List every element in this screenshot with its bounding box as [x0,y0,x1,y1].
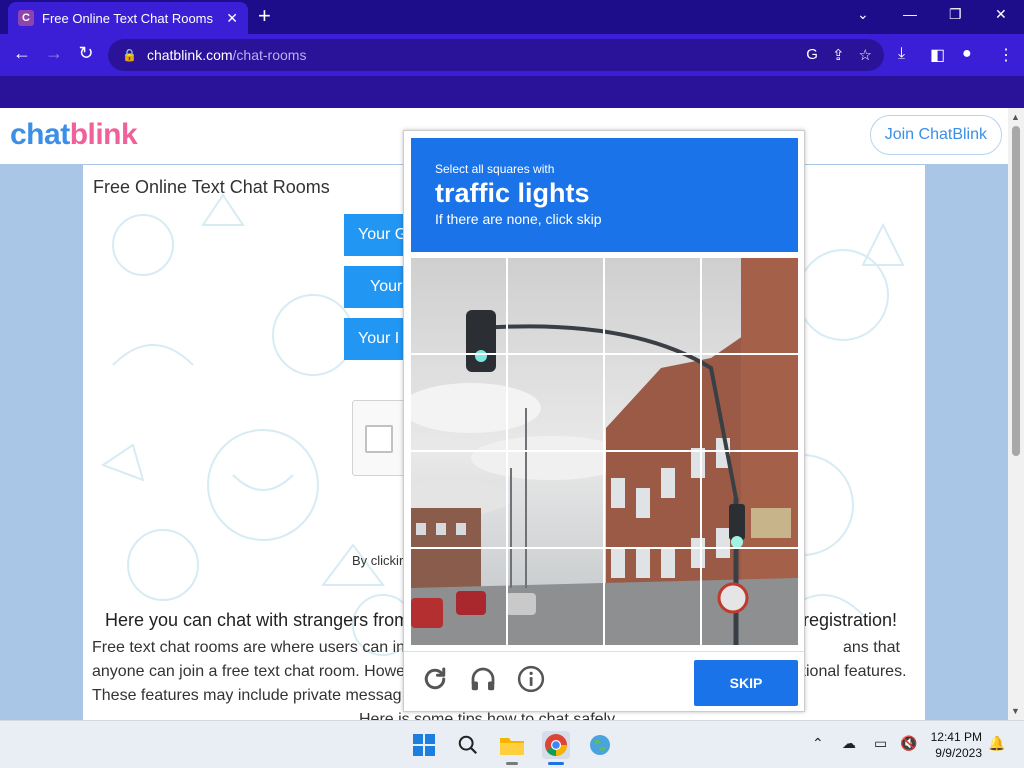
page-scrollbar[interactable]: ▲ ▼ [1008,108,1024,720]
grid-tile[interactable] [508,355,604,451]
intro-heading-end: registration! [802,610,897,630]
grid-tile[interactable] [702,355,798,451]
paragraph-line-end: ans that [843,639,900,656]
restore-icon[interactable]: ❐ [949,6,962,23]
challenge-target: traffic lights [435,178,590,208]
minimize-icon[interactable]: — [903,6,917,22]
forward-icon[interactable]: → [42,43,66,64]
scroll-down-icon[interactable]: ▼ [1011,706,1020,716]
grid-tile[interactable] [605,452,701,548]
reload-page-icon[interactable]: ↻ [74,43,98,64]
grid-tile[interactable] [411,452,507,548]
app-active-indicator [548,762,564,765]
bookmark-bar [0,76,1024,108]
paragraph-line: These features may include private messa… [92,687,402,704]
grid-tile[interactable] [411,549,507,645]
taskbar: ⌃ ☁ ▭ 🔇 12:41 PM 9/9/2023 🔔 [0,720,1024,768]
show-hidden-icons-chevron-icon[interactable]: ⌃ [812,735,824,752]
browser-toolbar: ← → ↻ 🔒 chatblink.com/chat-rooms G ⇪ ☆ ⤓… [0,34,1024,76]
site-favicon-icon: C [18,10,34,26]
side-panel-icon[interactable]: ◧ [930,45,945,65]
system-clock[interactable]: 12:41 PM 9/9/2023 [928,729,982,761]
grid-tile[interactable] [411,355,507,451]
info-icon[interactable] [516,664,546,694]
grid-tile[interactable] [702,452,798,548]
clock-time: 12:41 PM [930,730,982,744]
join-chatblink-button[interactable]: Join ChatBlink [869,115,1002,155]
file-explorer-icon[interactable] [498,731,526,765]
tab-search-chevron-icon[interactable]: ⌄ [857,6,869,23]
tips-heading: Here is some tips how to chat safely [359,711,616,720]
profile-icon[interactable]: ● [962,45,972,63]
download-icon[interactable]: ⤓ [898,45,905,63]
grid-tile[interactable] [411,258,507,354]
windows-start-icon[interactable] [410,731,438,759]
app-running-indicator [506,762,518,765]
terms-text: By clickir [352,553,404,568]
recaptcha-challenge: Select all squares with traffic lights I… [403,130,805,712]
challenge-header: Select all squares with traffic lights I… [411,138,798,252]
paragraph-line-end: itional features. [798,663,907,680]
grid-tile[interactable] [508,258,604,354]
tab-close-icon[interactable]: ✕ [226,10,238,27]
challenge-footer: SKIP [404,651,804,711]
reload-icon[interactable] [420,664,450,694]
browser-tab[interactable]: C Free Online Text Chat Rooms ✕ [8,2,248,34]
grid-tile[interactable] [702,549,798,645]
onedrive-icon[interactable]: ☁ [842,735,856,752]
paragraph-line: anyone can join a free text chat room. H… [92,663,406,680]
recaptcha-checkbox[interactable] [365,425,393,453]
card-title: Free Online Text Chat Rooms [93,177,330,197]
chrome-icon[interactable] [542,731,570,765]
grid-tile[interactable] [605,355,701,451]
paragraph-line: Free text chat rooms are where users can… [92,639,406,656]
window-close-icon[interactable]: ✕ [995,6,1007,23]
grid-tile[interactable] [508,452,604,548]
headphones-icon[interactable] [468,664,498,694]
clock-date: 9/9/2023 [935,746,982,760]
challenge-image-grid [411,258,798,645]
grid-tile[interactable] [605,549,701,645]
scroll-up-icon[interactable]: ▲ [1011,112,1020,122]
intro-heading: Here you can chat with strangers from [105,610,410,630]
grid-tile[interactable] [508,549,604,645]
notification-bell-icon[interactable]: 🔔 [988,735,1005,752]
bookmark-star-icon[interactable]: ☆ [859,46,872,64]
volume-muted-icon[interactable]: 🔇 [900,735,917,752]
url-domain: chatblink.com [146,47,233,63]
grid-tile[interactable] [702,258,798,354]
challenge-note: If there are none, click skip [435,211,602,227]
tab-strip: C Free Online Text Chat Rooms ✕ + ⌄ — ❐ … [0,0,1024,34]
logo-blink-text: blink [69,118,138,151]
new-tab-icon[interactable]: + [258,5,271,27]
tab-title: Free Online Text Chat Rooms [42,10,213,26]
scrollbar-thumb[interactable] [1012,126,1020,456]
chatblink-logo[interactable]: chatblink [10,118,138,152]
url-path: /chat-rooms [232,47,307,63]
share-icon[interactable]: ⇪ [832,46,845,64]
back-icon[interactable]: ← [10,43,34,64]
challenge-instruction: Select all squares with [435,162,555,176]
lock-icon: 🔒 [122,48,137,62]
google-icon[interactable]: G [806,46,818,64]
globe-app-icon[interactable] [586,731,614,759]
logo-chat-text: chat [10,118,70,151]
grid-tile[interactable] [605,258,701,354]
search-icon[interactable] [454,731,482,759]
address-bar[interactable]: 🔒 chatblink.com/chat-rooms G ⇪ ☆ [108,39,884,71]
network-icon[interactable]: ▭ [874,735,887,752]
menu-kebab-icon[interactable]: ⋮ [998,45,1014,65]
skip-button[interactable]: SKIP [694,660,798,706]
